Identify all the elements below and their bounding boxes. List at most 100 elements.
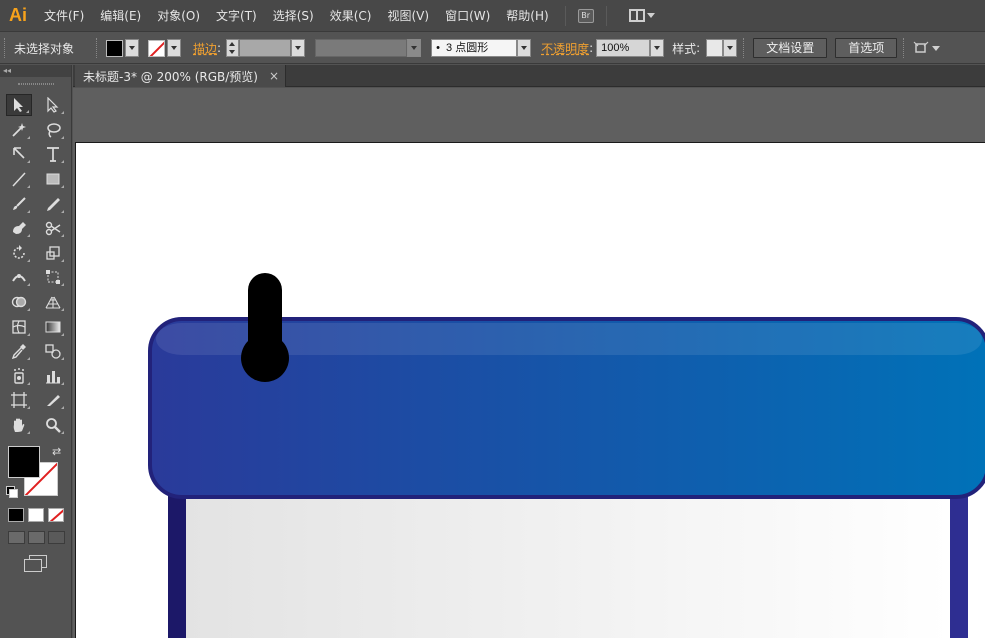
menu-separator xyxy=(564,5,566,26)
stroke-label[interactable]: 描边 xyxy=(193,40,217,57)
scissors-tool[interactable] xyxy=(40,217,66,239)
brush-definition-field[interactable]: • 3 点圆形 xyxy=(431,39,518,57)
graphic-style-swatch[interactable] xyxy=(706,39,724,57)
width-tool[interactable] xyxy=(6,266,32,288)
panel-grip[interactable] xyxy=(4,38,8,58)
draw-behind-button[interactable] xyxy=(28,531,45,544)
color-mode-button[interactable] xyxy=(8,508,24,522)
document-setup-button[interactable]: 文档设置 xyxy=(753,38,828,58)
menu-item[interactable]: 选择(S) xyxy=(265,0,322,32)
blend-tool[interactable] xyxy=(40,340,66,362)
fill-color-swatch[interactable] xyxy=(106,39,124,57)
menu-list: 文件(F) 编辑(E) 对象(O) 文字(T) 选择(S) 效果(C) 视图(V) 窗口(W)… xyxy=(36,0,557,32)
brush-dropdown[interactable] xyxy=(517,39,532,57)
bridge-button[interactable]: Br xyxy=(577,8,594,23)
scale-tool[interactable] xyxy=(40,242,66,264)
label-colon: : xyxy=(589,41,594,55)
tool-row xyxy=(6,413,66,438)
pencil-tool[interactable] xyxy=(40,193,66,215)
shape-builder-icon xyxy=(11,296,27,308)
default-fill-stroke-icon[interactable] xyxy=(6,486,18,498)
menu-item[interactable]: 对象(O) xyxy=(149,0,208,32)
paintbrush-tool[interactable] xyxy=(6,193,32,215)
pen-tool[interactable] xyxy=(6,143,32,165)
symbol-sprayer-tool[interactable] xyxy=(6,365,32,387)
type-icon xyxy=(47,147,59,163)
shape-builder-tool[interactable] xyxy=(6,291,32,313)
stroke-weight-input[interactable] xyxy=(239,39,292,57)
workspace-switcher-button[interactable] xyxy=(628,9,655,22)
magic-wand-tool[interactable] xyxy=(6,119,32,141)
menu-item[interactable]: 视图(V) xyxy=(379,0,437,32)
fill-swatch[interactable] xyxy=(8,446,40,478)
rotate-tool[interactable] xyxy=(6,242,32,264)
panel-grip xyxy=(96,38,100,58)
draw-inside-button[interactable] xyxy=(48,531,65,544)
arrange-documents-icon[interactable] xyxy=(913,41,941,55)
paintbrush-icon xyxy=(13,196,26,210)
variable-width-dropdown[interactable] xyxy=(407,39,422,57)
stroke-color-swatch[interactable] xyxy=(148,39,166,57)
panel-grip xyxy=(743,38,747,58)
scale-icon xyxy=(46,246,60,260)
chevron-down-icon xyxy=(521,46,528,50)
close-icon[interactable]: × xyxy=(269,69,279,83)
color-mode-row xyxy=(8,508,64,522)
slice-icon xyxy=(47,395,60,407)
panel-collapse-handle[interactable]: ◂◂ xyxy=(0,65,71,77)
tool-row xyxy=(6,339,66,364)
panel-grip[interactable] xyxy=(18,83,54,85)
artboard-tool[interactable] xyxy=(6,389,32,411)
eyedropper-tool[interactable] xyxy=(6,340,32,362)
stroke-dropdown-button[interactable] xyxy=(167,39,182,57)
tool-row xyxy=(6,216,66,241)
menu-item[interactable]: 帮助(H) xyxy=(498,0,556,32)
blend-icon xyxy=(45,344,61,359)
menu-item[interactable]: 窗口(W) xyxy=(437,0,498,32)
perspective-grid-tool[interactable] xyxy=(40,291,66,313)
menu-bar: Ai 文件(F) 编辑(E) 对象(O) 文字(T) 选择(S) 效果(C) 视图(V) 窗口… xyxy=(0,0,985,32)
chevron-down-icon xyxy=(932,45,941,51)
menu-item[interactable]: 编辑(E) xyxy=(92,0,149,32)
preferences-button[interactable]: 首选项 xyxy=(835,38,898,58)
tool-row xyxy=(6,142,66,167)
gradient-tool[interactable] xyxy=(40,316,66,338)
lasso-tool[interactable] xyxy=(40,119,66,141)
none-mode-button[interactable] xyxy=(48,508,64,522)
style-label: 样式 xyxy=(672,41,697,56)
tool-row xyxy=(6,265,66,290)
artboard[interactable] xyxy=(75,142,985,638)
selection-tool[interactable] xyxy=(6,94,32,117)
chevron-down-icon xyxy=(654,46,661,50)
hand-tool[interactable] xyxy=(6,414,32,436)
calendar-page xyxy=(186,495,950,638)
line-segment-tool[interactable] xyxy=(6,168,32,190)
type-tool[interactable] xyxy=(40,143,66,165)
rectangle-tool[interactable] xyxy=(40,168,66,190)
fill-dropdown-button[interactable] xyxy=(125,39,140,57)
stroke-weight-stepper[interactable] xyxy=(226,39,240,57)
direct-selection-tool[interactable] xyxy=(40,94,66,116)
menu-item[interactable]: 文字(T) xyxy=(208,0,265,32)
draw-normal-button[interactable] xyxy=(8,531,25,544)
variable-width-profile-field[interactable] xyxy=(315,39,408,57)
free-transform-tool[interactable] xyxy=(40,266,66,288)
mesh-tool[interactable] xyxy=(6,316,32,338)
stroke-weight-dropdown[interactable] xyxy=(291,39,306,57)
blob-brush-tool[interactable] xyxy=(6,217,32,239)
screen-mode-button[interactable] xyxy=(24,555,47,572)
swap-fill-stroke-icon[interactable]: ⇄ xyxy=(52,445,61,458)
menu-item[interactable]: 文件(F) xyxy=(36,0,92,32)
graphic-style-dropdown[interactable] xyxy=(723,39,738,57)
opacity-input[interactable]: 100% xyxy=(596,39,651,57)
app-logo: Ai xyxy=(9,5,27,25)
column-graph-tool[interactable] xyxy=(40,365,66,387)
menu-item[interactable]: 效果(C) xyxy=(322,0,380,32)
document-tab[interactable]: 未标题-3* @ 200% (RGB/预览) × xyxy=(75,65,286,87)
gradient-mode-button[interactable] xyxy=(28,508,44,522)
slice-tool[interactable] xyxy=(40,389,66,411)
zoom-tool[interactable] xyxy=(40,414,66,436)
opacity-label[interactable]: 不透明度 xyxy=(541,40,589,57)
opacity-dropdown[interactable] xyxy=(650,39,665,57)
calendar-hanger-ring xyxy=(241,334,289,382)
